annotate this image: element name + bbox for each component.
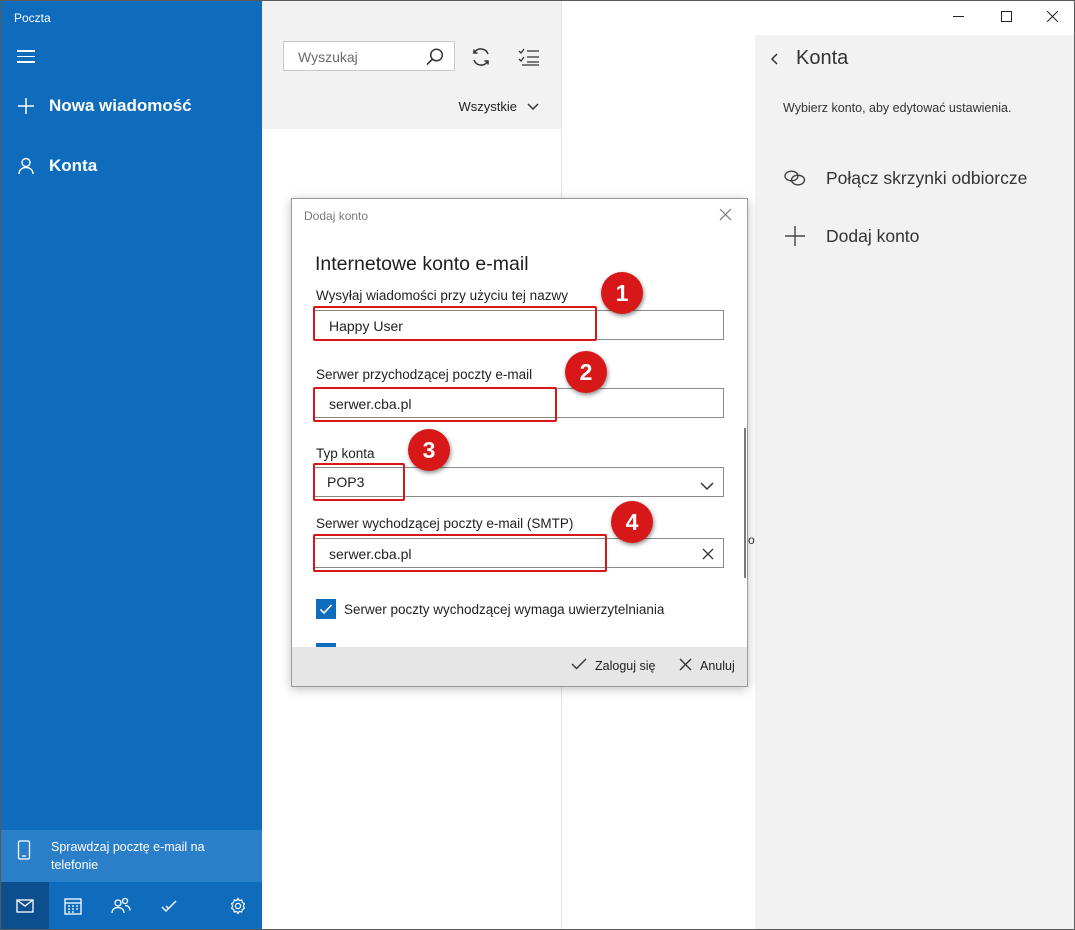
new-message-label: Nowa wiadomość [49,96,192,115]
close-icon [679,658,692,674]
send-name-label: Wysyłaj wiadomości przy użyciu tej nazwy [316,288,568,303]
annotation-badge-3: 3 [408,429,450,471]
filter-label: Wszystkie [458,99,518,114]
cancel-label: Anuluj [700,659,735,673]
hamburger-menu-icon[interactable] [17,50,35,64]
cancel-button[interactable]: Anuluj [679,658,735,674]
accounts-label: Konta [49,156,98,175]
plus-icon [783,224,807,248]
sync-icon[interactable] [469,45,493,69]
minimize-icon [952,9,964,27]
annotation-badge-1: 1 [601,272,643,314]
filter-dropdown[interactable]: Wszystkie [459,99,540,114]
chevron-down-icon [527,99,539,114]
dialog-footer: Zaloguj się Anuluj [292,647,747,686]
sidebar-item-accounts[interactable]: Konta [17,156,97,176]
dialog-heading: Internetowe konto e-mail [315,253,529,275]
sidebar: Poczta Nowa wiadomość Konta Sprawdzaj po… [1,1,262,929]
new-message-button[interactable]: Nowa wiadomość [17,96,192,116]
link-inboxes-label: Połącz skrzynki odbiorcze [826,167,1028,188]
close-icon [1046,9,1058,27]
annotation-highlight-account-type [313,463,405,501]
todo-icon[interactable] [145,882,193,929]
calendar-icon[interactable] [49,882,97,929]
link-inboxes-button[interactable]: Połącz skrzynki odbiorcze [783,166,1027,190]
annotation-badge-4: 4 [611,501,653,543]
mail-icon[interactable] [1,882,49,929]
people-icon[interactable] [97,882,145,929]
maximize-icon [1000,9,1012,27]
search-icon[interactable] [425,47,445,72]
annotation-highlight-outgoing [313,534,607,572]
dialog-scrollbar[interactable] [744,428,746,578]
list-header: Wszystkie [262,1,561,129]
add-account-dialog: Dodaj konto Internetowe konto e-mail Wys… [291,198,748,687]
search-input[interactable] [296,48,420,66]
close-window-button[interactable] [1027,1,1074,35]
app-window: Poczta Nowa wiadomość Konta Sprawdzaj po… [0,0,1075,930]
incoming-server-label: Serwer przychodzącej poczty e-mail [316,367,533,382]
person-icon [17,157,35,175]
sign-in-label: Zaloguj się [595,658,656,673]
smtp-auth-label: Serwer poczty wychodzącej wymaga uwierzy… [344,601,665,617]
clear-input-icon[interactable] [702,547,714,565]
add-account-button[interactable]: Dodaj konto [783,224,919,248]
promo-text: Sprawdzaj pocztę e-mail na telefonie [51,840,205,872]
annotation-badge-2: 2 [565,351,607,393]
maximize-button[interactable] [981,1,1031,35]
phone-promo[interactable]: Sprawdzaj pocztę e-mail na telefonie [1,830,262,882]
phone-icon [17,840,31,865]
annotation-highlight-send-name [313,306,597,341]
select-mode-icon[interactable] [517,45,541,69]
settings-icon[interactable] [214,882,262,929]
link-icon [783,166,807,190]
accounts-panel-description: Wybierz konto, aby edytować ustawienia. [783,101,1012,115]
smtp-auth-checkbox[interactable] [316,599,336,619]
dialog-title: Dodaj konto [304,209,369,223]
back-chevron-icon[interactable] [769,50,781,73]
search-box[interactable] [283,41,455,71]
minimize-button[interactable] [933,1,983,35]
dialog-close-icon[interactable] [719,208,733,222]
background-text-fragment: o [748,533,755,547]
account-type-label: Typ konta [316,446,375,461]
sign-in-button[interactable]: Zaloguj się [571,658,655,673]
add-account-label: Dodaj konto [826,225,920,246]
outgoing-server-label: Serwer wychodzącej poczty e-mail (SMTP) [316,516,574,531]
annotation-highlight-incoming [313,387,557,422]
plus-icon [17,97,35,115]
app-title: Poczta [14,11,51,25]
bottom-nav [1,882,262,929]
smtp-auth-checkbox-row[interactable]: Serwer poczty wychodzącej wymaga uwierzy… [316,599,664,619]
accounts-panel: Konta Wybierz konto, aby edytować ustawi… [755,35,1074,929]
chevron-down-icon [700,478,714,496]
accounts-panel-title: Konta [796,47,849,69]
checkmark-icon [571,658,587,673]
